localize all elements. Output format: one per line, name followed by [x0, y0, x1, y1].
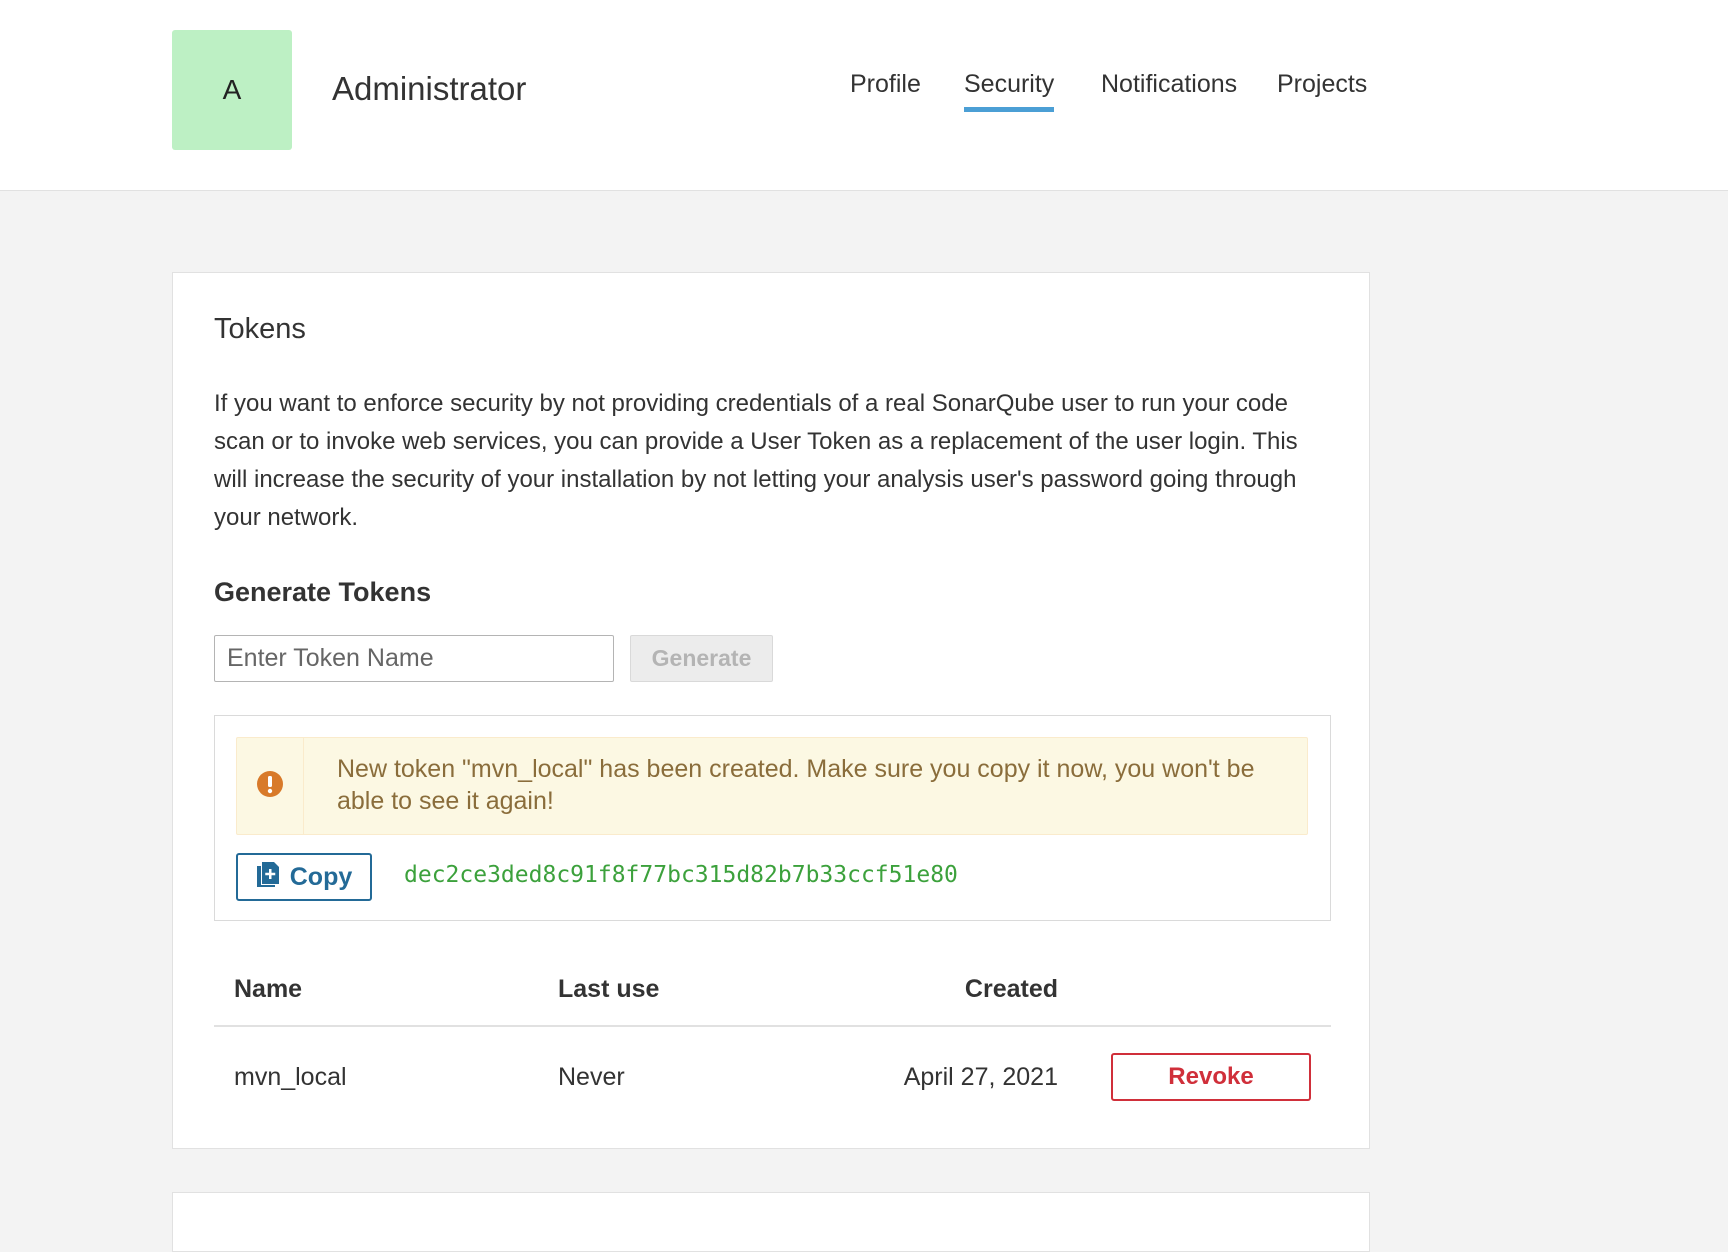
token-created-alert: New token "mvn_local" has been created. …	[236, 737, 1308, 835]
copy-button[interactable]: Copy	[236, 853, 372, 901]
tokens-description: If you want to enforce security by not p…	[214, 390, 1298, 531]
generate-button[interactable]: Generate	[630, 635, 773, 682]
table-row: mvn_local Never April 27, 2021 Revoke	[214, 1026, 1331, 1127]
avatar-letter: A	[222, 74, 242, 105]
exclamation-circle-icon	[256, 770, 284, 803]
alert-icon-cell	[237, 738, 304, 834]
alert-message: New token "mvn_local" has been created. …	[337, 755, 1255, 815]
token-value: dec2ce3ded8c91f8f77bc315d82b7b33ccf51e80	[404, 862, 958, 888]
revoke-button[interactable]: Revoke	[1111, 1053, 1311, 1101]
token-name-cell: mvn_local	[234, 1062, 347, 1091]
user-name: Administrator	[332, 70, 527, 107]
col-last-use: Last use	[558, 953, 858, 1027]
created-cell: April 27, 2021	[903, 1062, 1058, 1091]
tab-profile[interactable]: Profile	[850, 70, 921, 107]
tokens-card: Tokens If you want to enforce security b…	[172, 272, 1370, 1149]
tab-projects[interactable]: Projects	[1277, 70, 1367, 107]
new-token-panel: New token "mvn_local" has been created. …	[214, 715, 1331, 921]
avatar: A	[172, 30, 292, 150]
token-name-input[interactable]	[214, 635, 614, 682]
section-title: Tokens	[214, 313, 306, 345]
actions-cell: Revoke	[1058, 1026, 1331, 1127]
tab-security[interactable]: Security	[964, 70, 1055, 112]
next-section-card	[172, 1192, 1370, 1252]
generate-tokens-heading: Generate Tokens	[214, 577, 432, 607]
col-name: Name	[214, 953, 558, 1027]
clipboard-icon	[256, 860, 280, 895]
tokens-table: Name Last use Created mvn_local Never Ap…	[214, 953, 1331, 1127]
copy-label: Copy	[289, 862, 353, 891]
col-actions	[1058, 953, 1331, 1027]
account-header: A Administrator Profile Security Notific…	[0, 0, 1728, 191]
tab-notifications[interactable]: Notifications	[1101, 70, 1237, 107]
last-use-cell: Never	[558, 1062, 625, 1091]
col-created: Created	[858, 953, 1058, 1027]
table-header-row: Name Last use Created	[214, 953, 1331, 1027]
